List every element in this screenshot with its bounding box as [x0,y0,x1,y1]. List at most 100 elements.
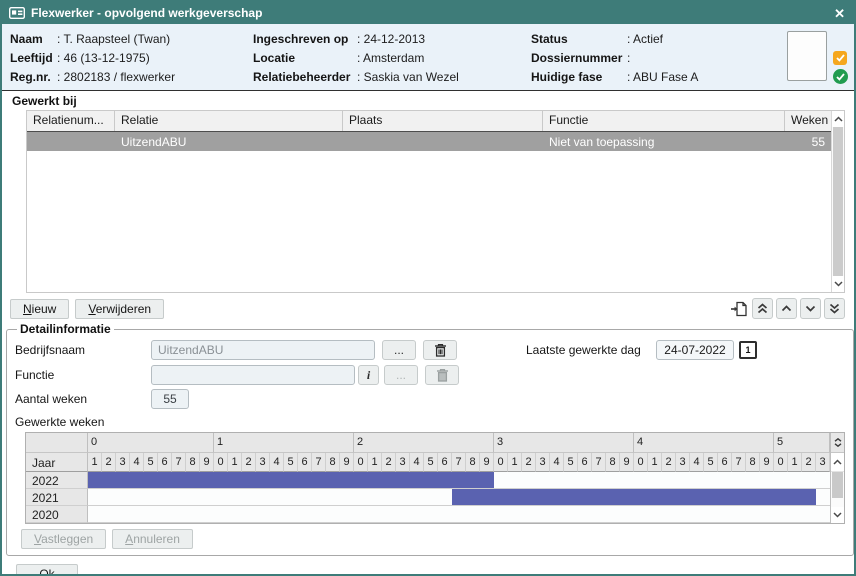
grid-week-digit: 7 [172,453,186,472]
column-header-relatienummer[interactable]: Relatienum... [27,111,115,131]
grid-week-digit: 5 [704,453,718,472]
field-value: : ABU Fase A [627,70,698,84]
grid-week-digit: 2 [522,453,536,472]
cell-weken: 55 [785,135,831,149]
grid-rows: 202220212020 [26,472,830,523]
table-row[interactable]: UitzendABU Niet van toepassing 55 [27,132,831,151]
scroll-up-icon[interactable] [832,111,844,127]
functie-lookup-button[interactable]: ... [384,365,418,385]
column-header-relatie[interactable]: Relatie [115,111,343,131]
gewerkt-bij-table: Relatienum... Relatie Plaats Functie Wek… [26,110,845,293]
status-warning-check-icon [833,51,847,65]
grid-week-digit: 3 [676,453,690,472]
field-value: : Actief [627,32,663,46]
grid-week-digit: 0 [774,453,788,472]
field-value: : 46 (13-12-1975) [57,51,150,65]
bedrijfsnaam-input[interactable] [151,340,375,360]
table-scrollbar[interactable] [831,111,845,292]
field-value: : 24-12-2013 [357,32,425,46]
gewerkt-bij-section-label: Gewerkt bij [12,94,854,108]
functie-label: Functie [15,368,151,382]
document-arrow-icon[interactable] [728,298,749,319]
table-header: Relatienum... Relatie Plaats Functie Wek… [27,111,831,132]
grid-week-digit: 0 [494,453,508,472]
scroll-down-icon[interactable] [832,276,844,292]
calendar-icon[interactable]: 1 [739,341,757,359]
grid-week-digit: 6 [158,453,172,472]
grid-scrollbar[interactable] [830,433,844,523]
field-label: Locatie [253,51,357,65]
field-label: Status [531,32,627,46]
grid-week-digit: 8 [466,453,480,472]
field-label: Dossiernummer [531,51,627,65]
functie-delete-icon[interactable] [425,365,459,385]
grid-scrollbar-thumb[interactable] [832,472,843,498]
gewerkte-weken-label: Gewerkte weken [15,415,151,429]
groupbox-title: Detailinformatie [17,322,114,336]
grid-digits-row: 1234567890123456789012345678901234567890… [88,453,830,472]
grid-week-digit: 8 [746,453,760,472]
window-title: Flexwerker - opvolgend werkgeverschap [31,6,832,20]
column-header-weken[interactable]: Weken [785,111,831,131]
flexwerker-dialog: Flexwerker - opvolgend werkgeverschap ✕ … [0,0,856,576]
move-up-icon[interactable] [776,298,797,319]
laatste-gewerkte-dag-input[interactable] [656,340,734,360]
info-icon[interactable]: i [358,365,379,385]
grid-week-digit: 2 [802,453,816,472]
grid-year-row: 2022 [26,472,830,489]
grid-week-digit: 5 [424,453,438,472]
scrollbar-thumb[interactable] [833,127,843,276]
grid-week-digit: 2 [242,453,256,472]
grid-tens-row: 012345 [88,433,830,453]
vastleggen-button[interactable]: Vastleggen [21,529,106,549]
worked-weeks-bar [88,472,494,488]
grid-week-digit: 5 [144,453,158,472]
grid-week-digit: 3 [116,453,130,472]
column-header-plaats[interactable]: Plaats [343,111,543,131]
grid-scroll-up-icon[interactable] [831,453,844,472]
grid-year-label: 2021 [26,489,88,506]
grid-week-digit: 7 [592,453,606,472]
grid-year-label: 2022 [26,472,88,489]
grid-week-digit: 3 [256,453,270,472]
grid-week-digit: 9 [200,453,214,472]
move-down-icon[interactable] [800,298,821,319]
grid-week-digit: 6 [718,453,732,472]
grid-digits-header-row: Jaar 12345678901234567890123456789012345… [26,453,830,472]
grid-week-track[interactable] [88,506,830,523]
grid-week-track[interactable] [88,472,830,489]
field-label: Reg.nr. [10,70,57,84]
field-value: : Saskia van Wezel [357,70,459,84]
annuleren-button[interactable]: Annuleren [112,529,193,549]
grid-week-track[interactable] [88,489,830,506]
grid-week-digit: 1 [228,453,242,472]
grid-week-digit: 7 [452,453,466,472]
grid-week-digit: 6 [438,453,452,472]
ok-button[interactable]: Ok [16,564,78,576]
bedrijfsnaam-lookup-button[interactable]: ... [382,340,416,360]
nieuw-button[interactable]: Nieuw [10,299,69,319]
grid-scroll-down-icon[interactable] [831,507,844,523]
grid-week-digit: 4 [130,453,144,472]
grid-spin-icon[interactable] [831,433,844,453]
grid-week-digit: 1 [368,453,382,472]
move-first-icon[interactable] [752,298,773,319]
close-icon[interactable]: ✕ [832,7,847,20]
grid-week-digit: 2 [382,453,396,472]
bedrijfsnaam-delete-icon[interactable] [423,340,457,360]
column-header-functie[interactable]: Functie [543,111,785,131]
move-last-icon[interactable] [824,298,845,319]
functie-input[interactable] [151,365,355,385]
grid-week-digit: 6 [578,453,592,472]
field-label: Ingeschreven op [253,32,357,46]
field-value: : 2802183 / flexwerker [57,70,175,84]
grid-week-digit: 3 [536,453,550,472]
aantal-weken-input[interactable] [151,389,189,409]
grid-week-digit: 0 [354,453,368,472]
grid-week-digit: 0 [214,453,228,472]
gewerkte-weken-grid: 012345 Jaar 1234567890123456789012345678… [25,432,845,524]
grid-week-digit: 8 [186,453,200,472]
grid-week-digit: 7 [312,453,326,472]
grid-tens-label: 4 [634,433,774,453]
verwijderen-button[interactable]: Verwijderen [75,299,164,319]
